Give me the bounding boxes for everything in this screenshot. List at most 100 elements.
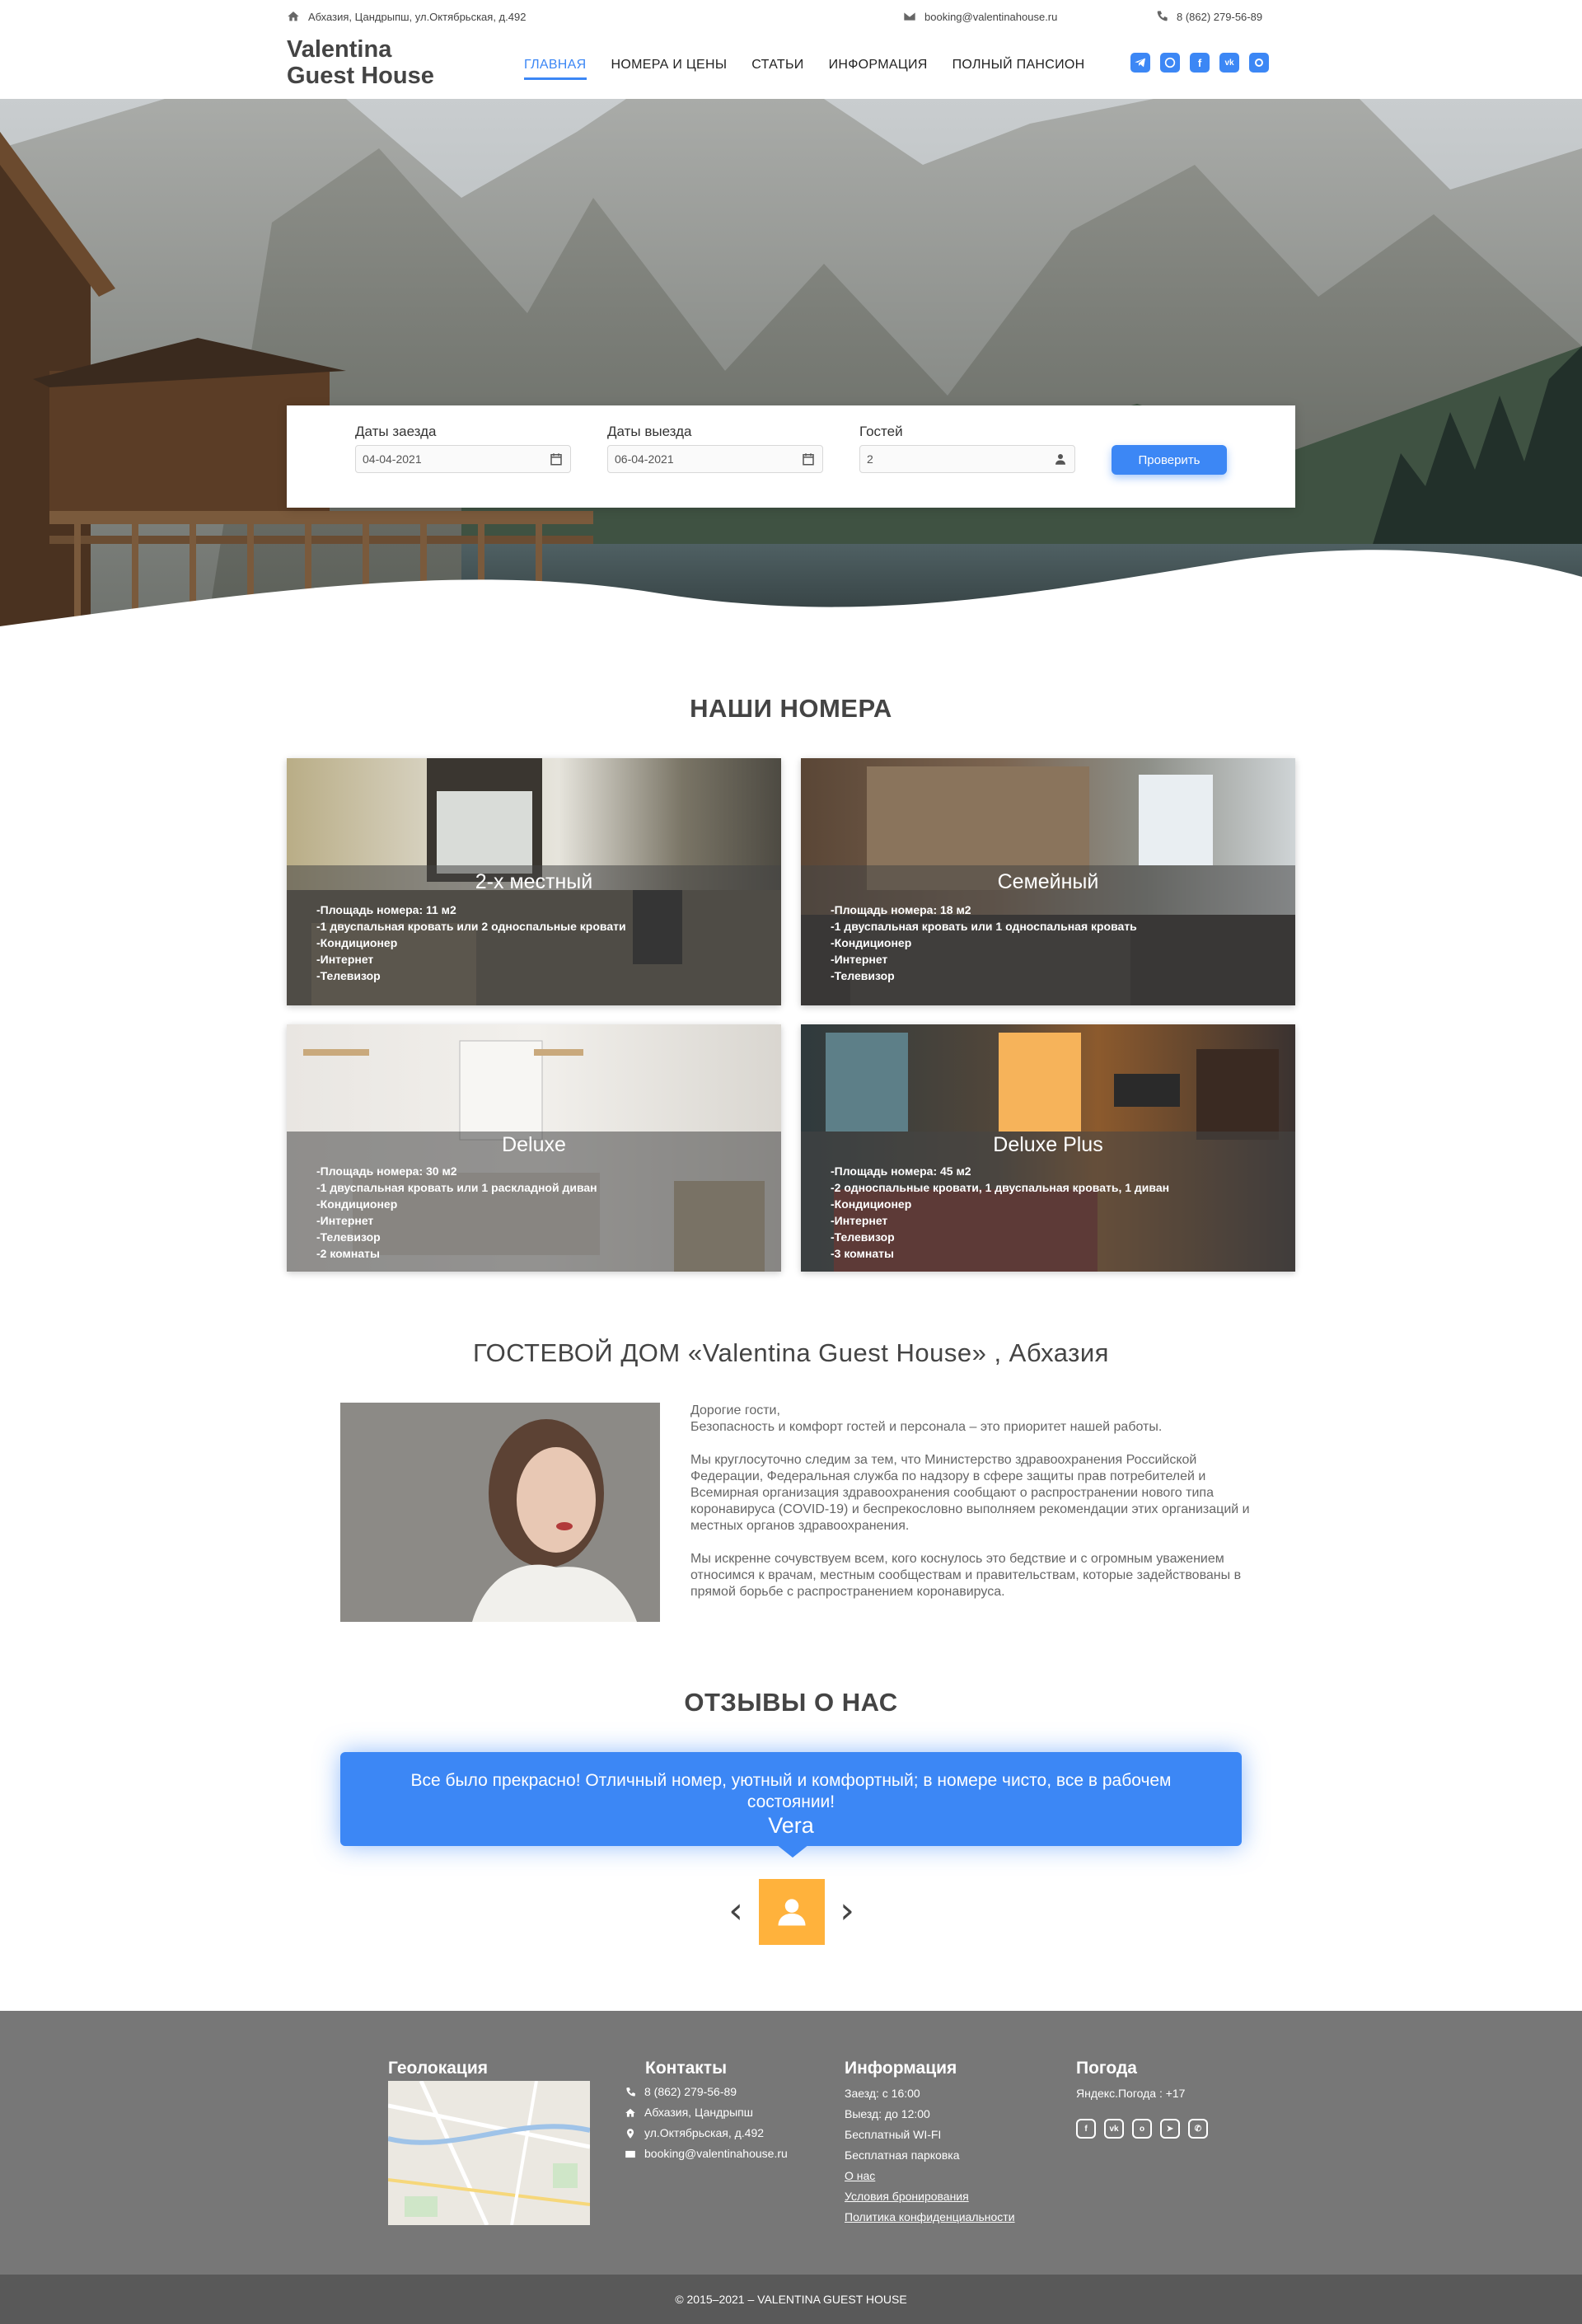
footer-phone-text: 8 (862) 279-56-89 <box>644 2085 737 2098</box>
room-title: Deluxe Plus <box>993 1133 1103 1156</box>
rooms-section-title: НАШИ НОМЕРА <box>690 694 892 723</box>
review-bubble-tail <box>776 1844 809 1858</box>
weather-widget[interactable]: Яндекс.Погода : +17 <box>1076 2083 1208 2104</box>
footer-email-text: booking@valentinahouse.ru <box>644 2147 788 2160</box>
room-feature: -Телевизор <box>831 969 895 982</box>
room-feature: -Площадь номера: 45 м2 <box>831 1164 971 1178</box>
footer-info-item: Бесплатная парковка <box>845 2148 960 2162</box>
checkin-label: Даты заезда <box>355 424 437 439</box>
checkin-field: Даты заезда 04-04-2021 <box>355 424 571 473</box>
calendar-icon[interactable] <box>549 452 564 466</box>
room-feature: -2 односпальные кровати, 1 двуспальная к… <box>831 1181 1170 1194</box>
footer-info-item: Заезд: с 16:00 <box>845 2087 920 2100</box>
room-card-deluxe-plus[interactable]: Deluxe Plus -Площадь номера: 45 м2 -2 од… <box>801 1024 1295 1272</box>
vk-icon[interactable]: vk <box>1104 2119 1124 2139</box>
review-author: Vera <box>768 1813 814 1838</box>
nav-item-home[interactable]: Главная <box>524 58 587 80</box>
footer-geo: Геолокация <box>388 2059 488 2083</box>
checkin-input[interactable]: 04-04-2021 <box>355 445 571 473</box>
footer-street: ул.Октябрьская, д.492 <box>625 2123 788 2144</box>
footer-info: Информация Заезд: с 16:00 Выезд: до 12:0… <box>845 2059 1015 2228</box>
footer-street-text: ул.Октябрьская, д.492 <box>644 2126 765 2139</box>
odnoklassniki-icon[interactable]: o <box>1132 2119 1152 2139</box>
pin-icon <box>626 2128 634 2139</box>
room-feature: -Интернет <box>316 1214 374 1227</box>
room-feature: -Кондиционер <box>316 1197 398 1211</box>
about-paragraph: Мы искренне сочувствуем всем, кого косну… <box>690 1552 1242 1599</box>
facebook-icon[interactable]: f <box>1190 53 1210 73</box>
nav-item-info[interactable]: Информация <box>829 58 928 80</box>
logo-line1: Valentina <box>287 36 392 63</box>
guests-label: Гостей <box>859 424 903 439</box>
vk-icon[interactable]: vk <box>1219 53 1239 73</box>
room-title: Deluxe <box>502 1133 566 1156</box>
about-paragraph: Дорогие гости, Безопасность и комфорт го… <box>690 1403 1163 1434</box>
phone-info[interactable]: 8 (862) 279-56-89 <box>1155 10 1262 23</box>
footer-info-item: Выезд: до 12:00 <box>845 2107 930 2120</box>
review-text: Все было прекрасно! Отличный номер, уютн… <box>410 1771 1172 1811</box>
room-feature: -Площадь номера: 11 м2 <box>316 903 456 916</box>
checkout-input[interactable]: 06-04-2021 <box>607 445 823 473</box>
footer-link-booking-terms[interactable]: Условия бронирования <box>845 2186 1015 2207</box>
email-info[interactable]: booking@valentinahouse.ru <box>903 10 1057 23</box>
nav-item-rooms[interactable]: Номера и цены <box>611 58 728 80</box>
portrait-photo <box>340 1403 660 1622</box>
room-card-double[interactable]: 2-х местный -Площадь номера: 11 м2 -1 дв… <box>287 758 781 1005</box>
email-text[interactable]: booking@valentinahouse.ru <box>924 11 1057 23</box>
phone-text[interactable]: 8 (862) 279-56-89 <box>1177 11 1262 23</box>
footer-contacts-list: 8 (862) 279-56-89 Абхазия, Цандрыпш ул.О… <box>625 2082 788 2164</box>
guests-value: 2 <box>867 452 873 466</box>
footer-city: Абхазия, Цандрыпш <box>625 2102 788 2123</box>
about-section-title: ГОСТЕВОЙ ДОМ «Valentina Guest House» , А… <box>473 1338 1109 1367</box>
calendar-icon[interactable] <box>801 452 816 466</box>
chevron-right-icon[interactable]: › <box>835 1890 859 1932</box>
whatsapp-icon[interactable] <box>1160 53 1180 73</box>
chevron-left-icon[interactable]: ‹ <box>723 1890 748 1932</box>
mail-icon <box>904 12 915 21</box>
footer-contacts-title: Контакты <box>645 2059 728 2078</box>
telegram-icon[interactable]: ➤ <box>1160 2119 1180 2139</box>
location-map[interactable] <box>388 2081 590 2225</box>
room-feature: -1 двуспальная кровать или 2 односпальны… <box>316 920 626 933</box>
user-icon <box>1055 454 1065 465</box>
booking-form: Даты заезда 04-04-2021 Даты выезда 06-04… <box>287 405 1295 508</box>
nav-item-articles[interactable]: Статьи <box>751 58 803 80</box>
facebook-icon[interactable]: f <box>1076 2119 1096 2139</box>
footer: Геолокация Контакты 8 (862) 279-56-89 Аб… <box>0 2011 1582 2275</box>
telegram-icon[interactable] <box>1130 53 1150 73</box>
guests-field: Гостей 2 <box>859 424 1075 473</box>
phone-icon <box>1157 11 1168 21</box>
room-card-deluxe[interactable]: Deluxe -Площадь номера: 30 м2 -1 двуспал… <box>287 1024 781 1272</box>
header: Абхазия, Цандрыпш, ул.Октябрьская, д.492… <box>0 0 1582 99</box>
guests-input[interactable]: 2 <box>859 445 1075 473</box>
odnoklassniki-icon[interactable] <box>1249 53 1269 73</box>
footer-link-privacy[interactable]: Политика конфиденциальности <box>845 2207 1015 2228</box>
phone-icon <box>626 2087 635 2097</box>
check-availability-button[interactable]: Проверить <box>1112 445 1227 475</box>
footer-info-item: Бесплатный WI-FI <box>845 2128 942 2141</box>
checkout-label: Даты выезда <box>607 424 692 439</box>
copyright-bar: © 2015–2021 – VALENTINA GUEST HOUSE <box>0 2275 1582 2324</box>
room-feature: -Кондиционер <box>831 936 912 949</box>
user-icon <box>778 1899 806 1926</box>
checkout-value: 06-04-2021 <box>615 452 674 466</box>
whatsapp-icon[interactable]: ✆ <box>1188 2119 1208 2139</box>
room-feature: -Кондиционер <box>316 936 398 949</box>
room-title: Семейный <box>997 870 1099 893</box>
room-features: -Площадь номера: 18 м2 -1 двуспальная кр… <box>831 902 1137 984</box>
portrait-image <box>340 1403 660 1622</box>
logo[interactable]: Valentina Guest House <box>287 36 434 89</box>
room-card-family[interactable]: Семейный -Площадь номера: 18 м2 -1 двусп… <box>801 758 1295 1005</box>
logo-line2: Guest House <box>287 63 434 89</box>
room-features: -Площадь номера: 30 м2 -1 двуспальная кр… <box>316 1163 597 1262</box>
footer-link-about[interactable]: О нас <box>845 2166 1015 2186</box>
room-feature: -1 двуспальная кровать или 1 раскладной … <box>316 1181 597 1194</box>
review-bubble: Все было прекрасно! Отличный номер, уютн… <box>340 1752 1242 1846</box>
main-nav: Главная Номера и цены Статьи Информация … <box>524 58 1085 80</box>
footer-email[interactable]: booking@valentinahouse.ru <box>625 2144 788 2164</box>
mail-icon <box>625 2150 635 2158</box>
reviewer-avatar <box>759 1879 825 1945</box>
nav-item-full-board[interactable]: Полный пансион <box>952 58 1085 80</box>
room-title: 2-х местный <box>475 870 593 893</box>
footer-phone[interactable]: 8 (862) 279-56-89 <box>625 2082 788 2102</box>
